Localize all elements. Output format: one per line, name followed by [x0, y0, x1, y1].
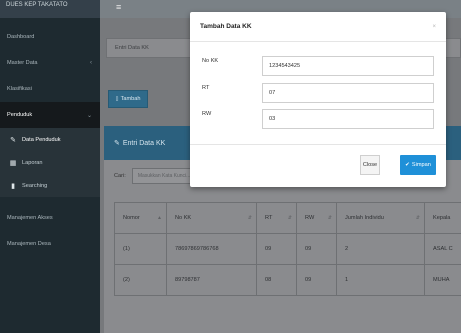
sidebar-item-manajemen-desa[interactable]: Manajemen Desa — [0, 231, 100, 257]
sidebar-item-label: Penduduk — [7, 112, 33, 118]
edit-icon: ✎ — [114, 140, 120, 147]
kk-table: Nomor ▲ No KK ⇵ RT ⇵ RW ⇵ Jumlah Individu ⇵ K… — [114, 202, 461, 296]
field-row-rt: RT 07 — [190, 83, 446, 103]
field-row-rw: RW 03 — [190, 109, 446, 129]
rt-input[interactable]: 07 — [262, 83, 434, 103]
chevron-left-icon: ‹ — [90, 60, 92, 66]
save-icon: ✔ — [405, 162, 410, 168]
sort-icon: ⇵ — [247, 215, 252, 221]
table-cell: 1 — [336, 264, 425, 296]
field-label: RT — [202, 85, 210, 91]
no-kk-input[interactable]: 1234543425 — [262, 56, 434, 76]
column-header-rw[interactable]: RW ⇵ — [296, 202, 337, 234]
modal-header: Tambah Data KK × — [190, 12, 446, 42]
table-cell: 78697869786768 — [166, 233, 257, 265]
table-cell: 09 — [296, 233, 337, 265]
edit-icon: ✎ — [10, 136, 16, 144]
column-header-label: Jumlah Individu — [345, 215, 384, 221]
sidebar-subitem-label: Data Penduduk — [22, 136, 61, 143]
sidebar-item-klasifikasi[interactable]: Klasifikasi — [0, 76, 100, 102]
table-cell: 89798787 — [166, 264, 257, 296]
modal-footer: Close ✔ Simpan — [190, 144, 446, 187]
sidebar-subitem-label: Searching — [22, 182, 48, 189]
close-button[interactable]: Close — [360, 155, 380, 175]
modal-title: Tambah Data KK — [200, 23, 252, 30]
column-header-no-kk[interactable]: No KK ⇵ — [166, 202, 257, 234]
sidebar-item-label: Manajemen Akses — [7, 215, 53, 221]
search-placeholder: Masukkan Kata Kunci... — [137, 173, 191, 179]
sidebar-item-label: Manajemen Desa — [7, 241, 51, 247]
table-cell: 08 — [256, 264, 297, 296]
save-button-label: Simpan — [411, 162, 431, 168]
sidebar-item-dashboard[interactable]: Dashboard — [0, 24, 100, 50]
sort-icon: ▲ — [157, 215, 162, 221]
chevron-down-icon: ⌄ — [86, 112, 92, 119]
column-header-label: RW — [305, 215, 315, 221]
add-button[interactable]: ▯ Tambah — [108, 90, 148, 108]
menu-toggle-icon[interactable]: ≡ — [116, 2, 121, 12]
add-kk-modal: Tambah Data KK × No KK 1234543425 RT 07 … — [190, 12, 446, 187]
sidebar-item-label: Dashboard — [7, 34, 35, 40]
sidebar-item-label: Master Data — [7, 60, 38, 66]
rw-input[interactable]: 03 — [262, 109, 434, 129]
column-header-nomor[interactable]: Nomor ▲ — [114, 202, 167, 234]
sidebar-item-master-data[interactable]: Master Data ‹ — [0, 50, 100, 76]
sort-icon: ⇵ — [415, 215, 420, 221]
add-button-label: Tambah — [120, 96, 141, 102]
sidebar-item-penduduk[interactable]: Penduduk ⌄ — [0, 102, 100, 128]
sidebar-subitem-data-penduduk[interactable]: ✎ Data Penduduk — [0, 128, 100, 151]
table-row[interactable]: (1) 78697869786768 09 09 2 ASAL C — [114, 233, 461, 265]
column-header-rt[interactable]: RT ⇵ — [256, 202, 297, 234]
column-header-kepala[interactable]: Kepala — [424, 202, 461, 234]
sidebar-subitem-laporan[interactable]: ▦ Laporan — [0, 151, 100, 174]
panel-title: Entri Data KK — [122, 139, 166, 147]
close-icon[interactable]: × — [432, 24, 436, 30]
table-cell: 2 — [336, 233, 425, 265]
sidebar-subitem-label: Laporan — [22, 159, 43, 166]
column-header-jumlah-individu[interactable]: Jumlah Individu ⇵ — [336, 202, 425, 234]
table-icon: ▦ — [9, 159, 17, 167]
sort-icon: ⇵ — [287, 215, 292, 221]
column-header-label: Nomor — [123, 215, 140, 221]
table-cell: (1) — [114, 233, 167, 265]
save-button[interactable]: ✔ Simpan — [400, 155, 436, 175]
table-cell: 09 — [296, 264, 337, 296]
table-header-row: Nomor ▲ No KK ⇵ RT ⇵ RW ⇵ Jumlah Individu ⇵ K… — [114, 202, 461, 234]
sidebar-subitem-searching[interactable]: ▮ Searching — [0, 174, 100, 197]
sort-icon: ⇵ — [327, 215, 332, 221]
file-icon: ▮ — [11, 182, 15, 190]
sidebar-brand: DUES KEP TAKATATO — [0, 0, 100, 18]
column-header-label: RT — [265, 215, 273, 221]
field-label: RW — [202, 111, 212, 117]
field-row-no-kk: No KK 1234543425 — [190, 56, 446, 76]
sidebar: DUES KEP TAKATATO Dashboard Master Data ‹… — [0, 0, 100, 333]
search-label: Cari: — [114, 173, 126, 179]
table-cell: (2) — [114, 264, 167, 296]
column-header-label: Kepala — [433, 215, 451, 221]
table-row[interactable]: (2) 89798787 08 09 1 MUHA — [114, 264, 461, 296]
table-cell: MUHA — [424, 264, 461, 296]
field-label: No KK — [202, 58, 219, 64]
table-cell: ASAL C — [424, 233, 461, 265]
add-file-icon: ▯ — [115, 96, 119, 102]
sidebar-item-label: Klasifikasi — [7, 86, 32, 92]
column-header-label: No KK — [175, 215, 192, 221]
table-cell: 09 — [256, 233, 297, 265]
sidebar-item-manajemen-akses[interactable]: Manajemen Akses — [0, 205, 100, 231]
